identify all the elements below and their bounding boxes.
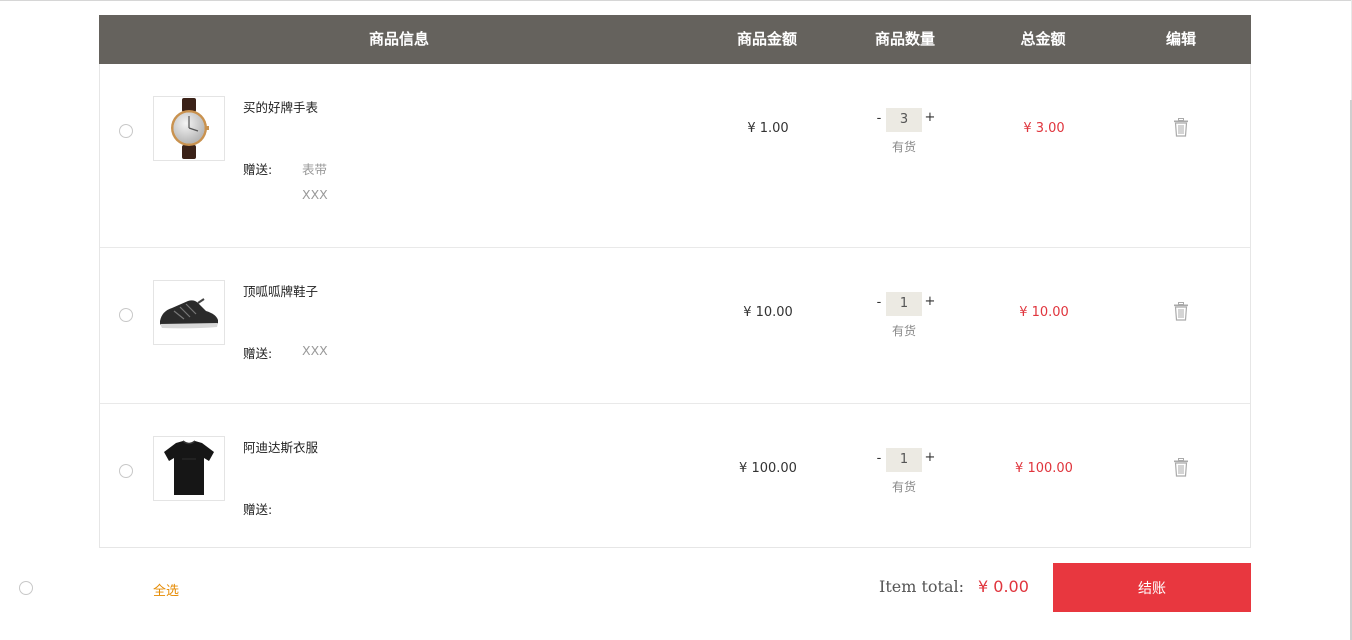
gift-label: 赠送: (243, 162, 273, 177)
quantity-input[interactable]: 1 (886, 292, 922, 316)
header-total: 总金额 (1020, 30, 1066, 48)
watch-image (171, 98, 209, 159)
item-total-label: Item total: (879, 577, 965, 596)
quantity-decrease-button[interactable]: - (873, 451, 885, 466)
cart-row: 顶呱呱牌鞋子 赠送: XXX ¥ 10.00 - 1 + 有货 ¥ 10.00 (100, 247, 1250, 403)
quantity-decrease-button[interactable]: - (873, 111, 885, 126)
cart-row: 买的好牌手表 赠送: 表带 XXX ¥ 1.00 - 3 + 有货 ¥ 3.00 (100, 64, 1250, 247)
header-edit: 编辑 (1165, 30, 1196, 48)
item-total-value: ¥ 0.00 (978, 577, 1029, 596)
product-image-watch[interactable] (153, 96, 225, 161)
stock-status: 有货 (891, 140, 916, 154)
line-total: ¥ 3.00 (1023, 121, 1065, 136)
stock-status: 有货 (891, 480, 916, 494)
cart-header: 商品信息 商品金额 商品数量 总金额 编辑 (99, 15, 1251, 64)
gift-item: XXX (302, 187, 328, 202)
quantity-increase-button[interactable]: + (924, 110, 936, 125)
product-name[interactable]: 买的好牌手表 (243, 97, 318, 116)
quantity-increase-button[interactable]: + (924, 450, 936, 465)
gift-item: 表带 (302, 162, 328, 177)
top-border (0, 0, 1352, 1)
product-name[interactable]: 阿迪达斯衣服 (243, 437, 318, 456)
header-price: 商品金额 (736, 30, 797, 48)
product-image-shoe[interactable] (153, 280, 225, 345)
quantity-decrease-button[interactable]: - (873, 295, 885, 310)
item-select-radio[interactable] (119, 308, 133, 322)
product-name[interactable]: 顶呱呱牌鞋子 (243, 281, 318, 300)
cart-body: 买的好牌手表 赠送: 表带 XXX ¥ 1.00 - 3 + 有货 ¥ 3.00 (99, 64, 1251, 548)
select-all-label[interactable]: 全选 (153, 580, 179, 599)
item-select-radio[interactable] (119, 464, 133, 478)
gift-item: XXX (302, 343, 328, 358)
unit-price: ¥ 1.00 (747, 121, 789, 136)
gift-label: 赠送: (243, 346, 273, 361)
trash-icon[interactable] (1173, 118, 1189, 137)
product-image-tshirt[interactable] (153, 436, 225, 501)
quantity-input[interactable]: 3 (886, 108, 922, 132)
item-select-radio[interactable] (119, 124, 133, 138)
tshirt-image (164, 440, 214, 495)
trash-icon[interactable] (1173, 302, 1189, 321)
cart-table: 商品信息 商品金额 商品数量 总金额 编辑 买的好牌手表 赠送: 表带 XXX … (99, 15, 1251, 548)
shoe-image (160, 298, 218, 329)
quantity-increase-button[interactable]: + (924, 294, 936, 309)
cart-row: 阿迪达斯衣服 赠送: ¥ 100.00 - 1 + 有货 ¥ 100.00 (100, 403, 1250, 547)
stock-status: 有货 (891, 324, 916, 338)
quantity-input[interactable]: 1 (886, 448, 922, 472)
trash-icon[interactable] (1173, 458, 1189, 477)
header-quantity: 商品数量 (874, 30, 935, 48)
checkout-button[interactable]: 结账 (1053, 563, 1251, 612)
line-total: ¥ 100.00 (1015, 461, 1073, 476)
line-total: ¥ 10.00 (1019, 305, 1069, 320)
gift-label: 赠送: (243, 502, 273, 517)
unit-price: ¥ 100.00 (739, 461, 797, 476)
header-product-info: 商品信息 (368, 30, 429, 48)
select-all-radio[interactable] (19, 581, 33, 595)
unit-price: ¥ 10.00 (743, 305, 793, 320)
